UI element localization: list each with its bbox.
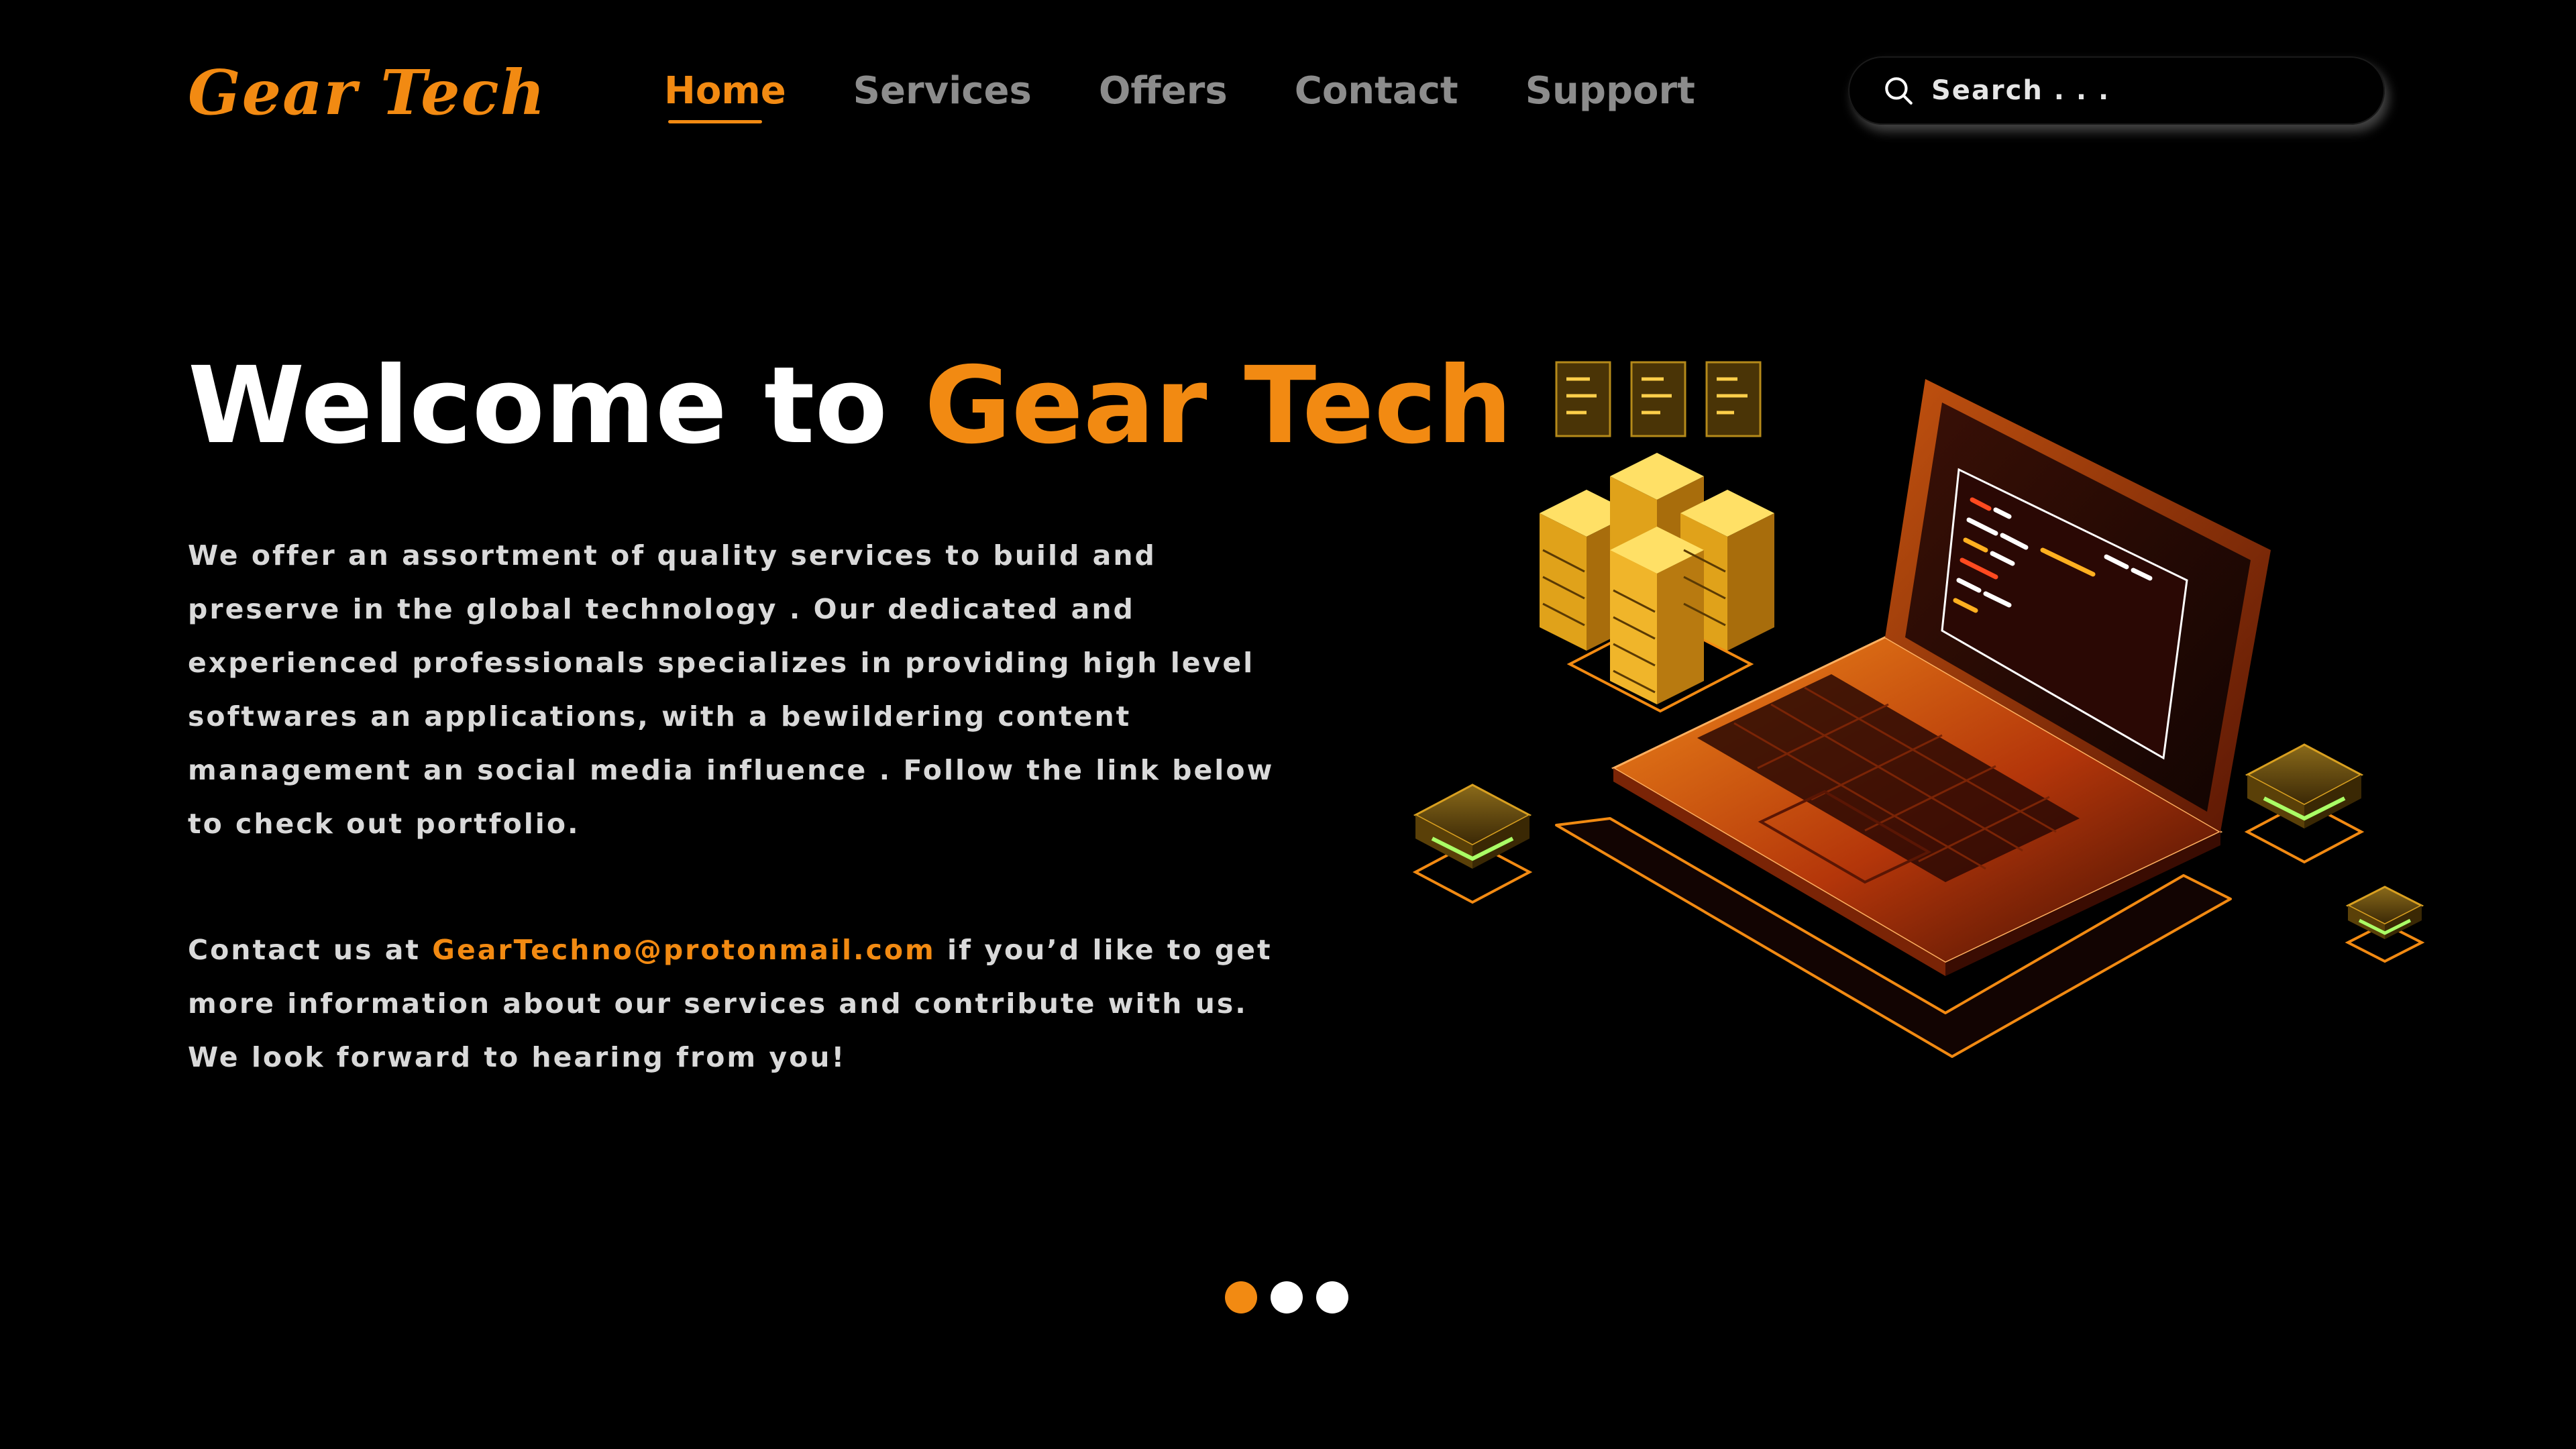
- laptop-servers-illustration: [1395, 349, 2442, 1073]
- nav-item-offers[interactable]: Offers: [1099, 69, 1228, 113]
- search-bar[interactable]: [1848, 56, 2385, 125]
- brand-logo[interactable]: Gear Tech: [188, 52, 547, 133]
- nav-item-home[interactable]: Home: [664, 69, 786, 123]
- floating-panels-icon: [1555, 361, 1762, 437]
- chip-left-icon: [1412, 784, 1533, 904]
- search-icon: [1882, 74, 1915, 107]
- contact-email-link[interactable]: GearTechno@protonmail.com: [432, 934, 935, 966]
- hero-contact: Contact us at GearTechno@protonmail.com …: [188, 923, 1288, 1084]
- hero-title: Welcome to Gear Tech: [188, 342, 1513, 470]
- chip-small-icon: [2345, 885, 2425, 963]
- hero-description: We offer an assortment of quality servic…: [188, 539, 1275, 840]
- nav-item-services[interactable]: Services: [853, 69, 1032, 113]
- chip-right-icon: [2244, 743, 2365, 864]
- carousel-dot-2[interactable]: [1271, 1281, 1303, 1313]
- carousel-dot-1[interactable]: [1225, 1281, 1257, 1313]
- nav-item-contact[interactable]: Contact: [1295, 69, 1458, 113]
- contact-prefix: Contact us at: [188, 934, 433, 966]
- main-nav: Home Services Offers Contact Support: [664, 60, 1695, 123]
- server-stack-icon: [1540, 453, 1774, 713]
- search-input[interactable]: [1930, 74, 2349, 107]
- carousel-dot-3[interactable]: [1316, 1281, 1348, 1313]
- carousel-pagination: [1225, 1281, 1348, 1313]
- hero-title-prefix: Welcome to: [188, 344, 925, 468]
- nav-item-support[interactable]: Support: [1525, 69, 1695, 113]
